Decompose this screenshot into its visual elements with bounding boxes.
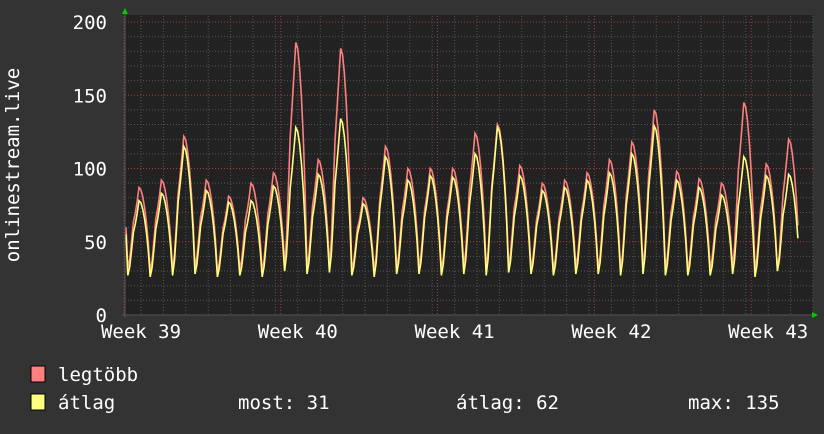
y-axis-ticks: 050100150200	[73, 12, 107, 327]
y-tick-label: 100	[73, 159, 107, 181]
x-tick-label: Week 42	[571, 321, 651, 343]
y-tick-label: 50	[84, 232, 107, 254]
legend-swatch-avg	[30, 393, 46, 411]
x-tick-label: Week 41	[415, 321, 495, 343]
stat-avg: átlag: 62	[456, 392, 559, 414]
legend-label-avg: átlag	[58, 392, 115, 414]
stat-max: max: 135	[688, 392, 780, 414]
y-axis-label: onlinestream.live	[2, 68, 24, 262]
x-axis-ticks: Week 39 Week 40 Week 41 Week 42 Week 43	[101, 321, 808, 343]
x-tick-label: Week 39	[101, 321, 181, 343]
x-tick-label: Week 40	[258, 321, 338, 343]
y-tick-label: 150	[73, 85, 107, 107]
x-axis-arrow-icon	[812, 312, 818, 318]
x-tick-label: Week 43	[728, 321, 808, 343]
legend-label-max: legtöbb	[58, 364, 138, 386]
y-axis-arrow-icon	[122, 8, 128, 14]
legend-swatch-max	[30, 365, 46, 383]
stat-now: most: 31	[238, 392, 330, 414]
chart: 050100150200 Week 39 Week 40 Week 41 Week 4…	[2, 8, 818, 414]
y-tick-label: 200	[73, 12, 107, 34]
